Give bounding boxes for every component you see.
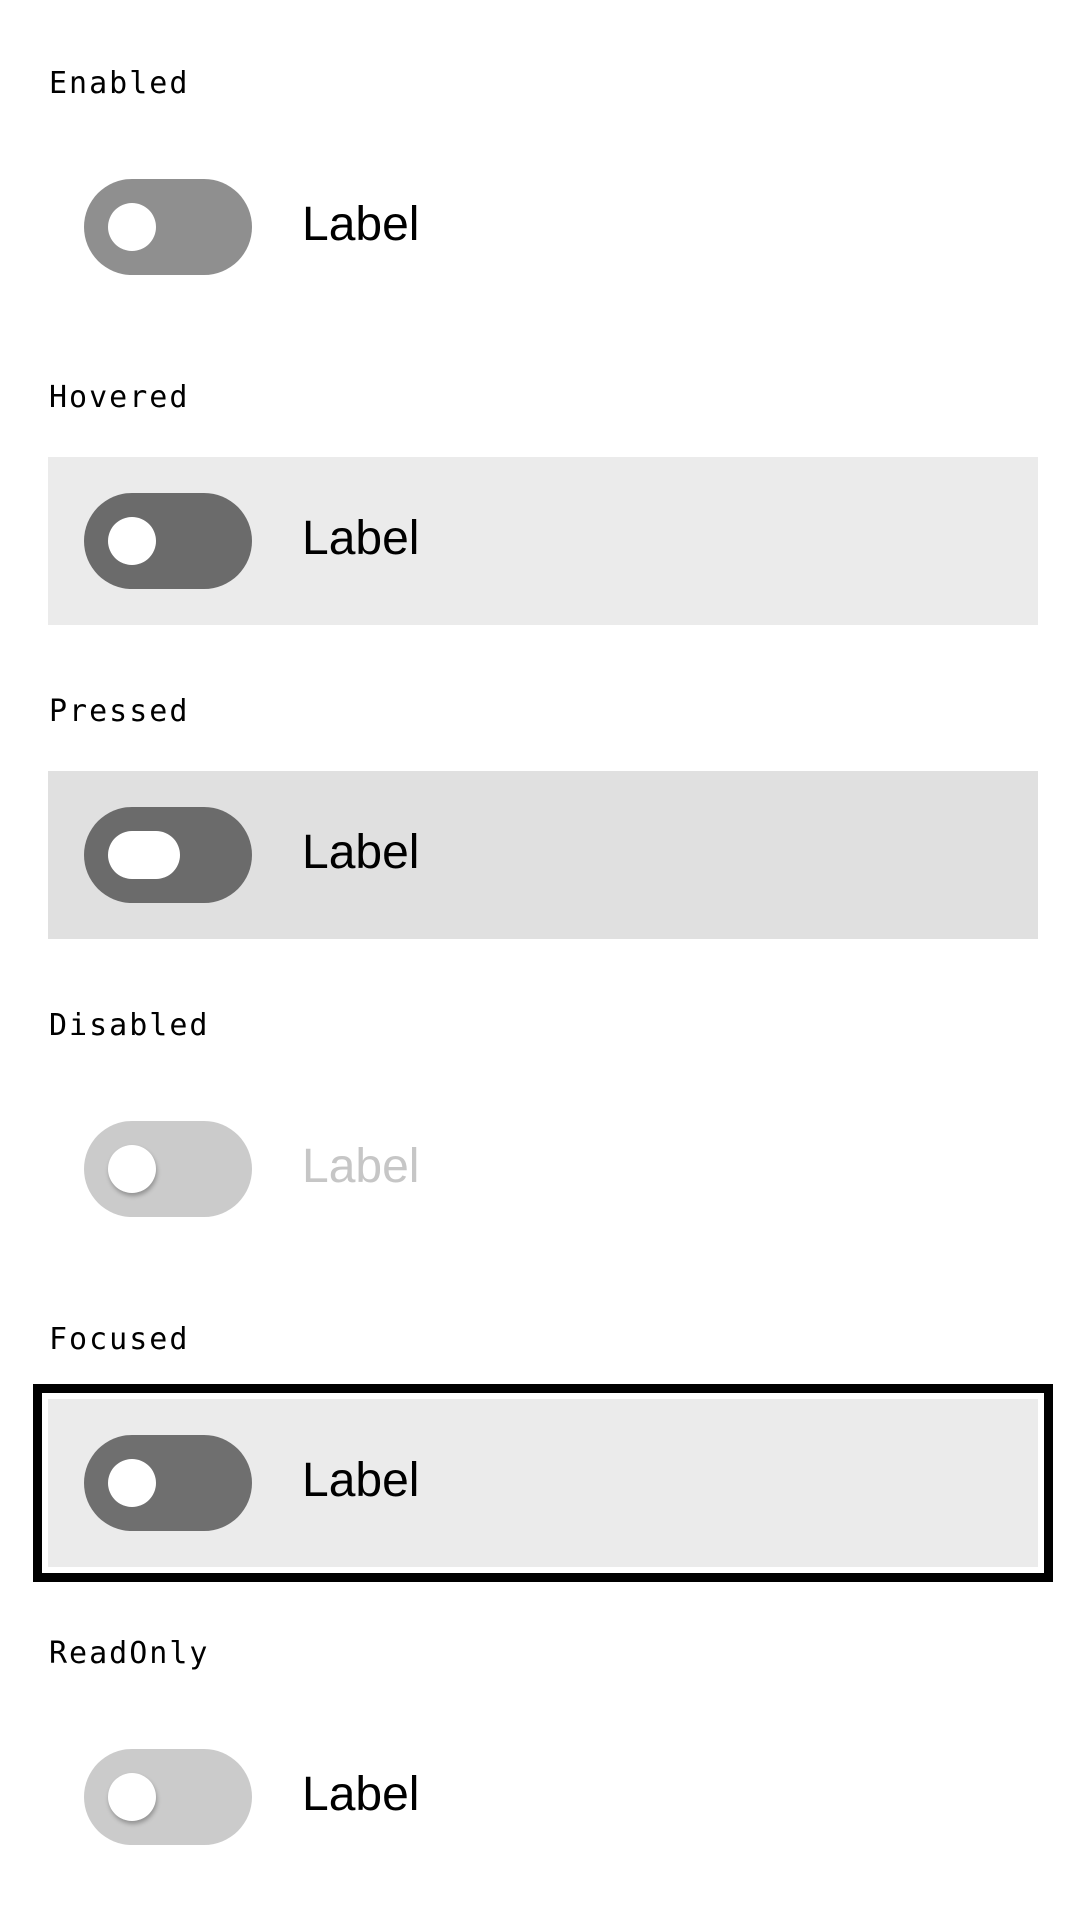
switch-row-hovered[interactable]: Label <box>48 457 1038 625</box>
switch-thumb[interactable] <box>108 831 180 879</box>
state-focused: Focused Label <box>0 1256 1080 1582</box>
state-disabled: Disabled Label <box>0 942 1080 1256</box>
switch-thumb[interactable] <box>108 203 156 251</box>
state-hovered: Hovered Label <box>0 314 1080 628</box>
switch-row-disabled: Label <box>48 1085 1038 1253</box>
switch-thumb[interactable] <box>108 517 156 565</box>
state-caption: Hovered <box>49 380 190 415</box>
switch-row-readonly: Label <box>48 1713 1038 1881</box>
state-enabled: Enabled Label <box>0 0 1080 314</box>
switch-label: Label <box>302 1140 420 1193</box>
switch-track <box>84 1121 252 1217</box>
switch-thumb[interactable] <box>108 1459 156 1507</box>
switch-track[interactable] <box>84 493 252 589</box>
state-caption: Disabled <box>49 1008 210 1043</box>
switch-label[interactable]: Label <box>302 193 419 257</box>
switch-track[interactable] <box>84 1435 252 1531</box>
state-caption: ReadOnly <box>49 1636 210 1671</box>
state-caption: Enabled <box>49 66 190 101</box>
switch-label: Label <box>302 1768 420 1821</box>
state-readonly: ReadOnly Label <box>0 1570 1080 1884</box>
switch-label[interactable]: Label <box>302 821 419 885</box>
switch-track <box>84 1749 252 1845</box>
switch-thumb <box>108 1145 156 1193</box>
switch-track[interactable] <box>84 179 252 275</box>
switch-label[interactable]: Label <box>302 1449 419 1513</box>
switch-row-pressed[interactable]: Label <box>48 771 1038 939</box>
switch-label[interactable]: Label <box>302 507 419 571</box>
switch-track[interactable] <box>84 807 252 903</box>
state-pressed: Pressed Label <box>0 628 1080 942</box>
switch-thumb <box>108 1773 156 1821</box>
state-caption: Focused <box>49 1322 190 1357</box>
state-caption: Pressed <box>49 694 190 729</box>
switch-row-enabled[interactable]: Label <box>48 143 1038 311</box>
switch-row-focused[interactable]: Label <box>33 1384 1053 1582</box>
